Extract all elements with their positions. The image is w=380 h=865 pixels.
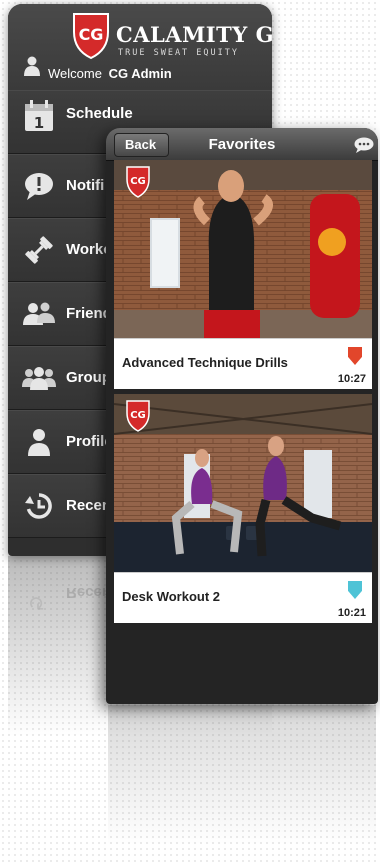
video-caption: Desk Workout 2 10:21 <box>114 572 372 623</box>
person-icon <box>22 425 56 459</box>
chat-icon[interactable] <box>354 137 374 153</box>
menu-header: CG CALAMITY GYM TRUE SWEAT EQUITY Welcom… <box>8 4 272 91</box>
welcome-label: Welcome <box>48 66 102 81</box>
two-people-icon <box>22 297 56 331</box>
menu-item-label: Recen <box>66 497 112 514</box>
brand-tagline: TRUE SWEAT EQUITY <box>118 48 239 58</box>
reflection-label: Recen <box>66 584 112 601</box>
page-title: Favorites <box>208 136 276 153</box>
user-icon <box>24 56 40 76</box>
svg-text:CG: CG <box>130 176 146 187</box>
favorites-reflection <box>108 705 376 845</box>
speech-bubble-icon <box>22 169 56 203</box>
welcome-line: Welcome CG Admin <box>48 66 172 81</box>
video-thumbnail-desk-workout[interactable]: CG <box>114 394 372 572</box>
svg-text:CG: CG <box>130 410 146 421</box>
favorites-header: Back Favorites <box>106 128 378 161</box>
calendar-day: 1 <box>34 114 44 132</box>
menu-item-label: Group <box>66 369 111 386</box>
dumbbell-icon <box>22 233 56 267</box>
history-icon <box>22 489 56 523</box>
user-name: CG Admin <box>108 66 172 81</box>
favorites-screen: Back Favorites CG Advanced Technique Dri… <box>106 128 378 704</box>
video-card[interactable]: CG Desk Workout 2 10:21 <box>114 394 372 623</box>
video-thumbnail-boxing[interactable]: CG <box>114 160 372 338</box>
gym-logo-icon: CG <box>126 400 150 432</box>
video-title: Desk Workout 2 <box>122 589 221 604</box>
video-duration: 10:21 <box>337 607 366 619</box>
brand-name: CALAMITY GYM <box>116 22 272 47</box>
video-card[interactable]: CG Advanced Technique Drills 10:27 <box>114 160 372 389</box>
favorite-tag-icon <box>348 347 362 365</box>
group-icon <box>22 361 56 395</box>
menu-item-label: Notifi <box>66 177 105 194</box>
calendar-icon: 1 <box>22 99 56 133</box>
favorite-tag-icon <box>348 581 362 599</box>
gym-logo-icon: CG <box>73 13 109 60</box>
svg-text:CG: CG <box>79 25 104 44</box>
gym-logo-icon: CG <box>126 166 150 198</box>
menu-item-label: Friend <box>66 305 112 322</box>
menu-item-label: Schedule <box>66 105 133 122</box>
video-duration: 10:27 <box>337 373 366 385</box>
video-title: Advanced Technique Drills <box>122 355 288 370</box>
history-icon: ↺ <box>28 591 45 613</box>
video-caption: Advanced Technique Drills 10:27 <box>114 338 372 389</box>
